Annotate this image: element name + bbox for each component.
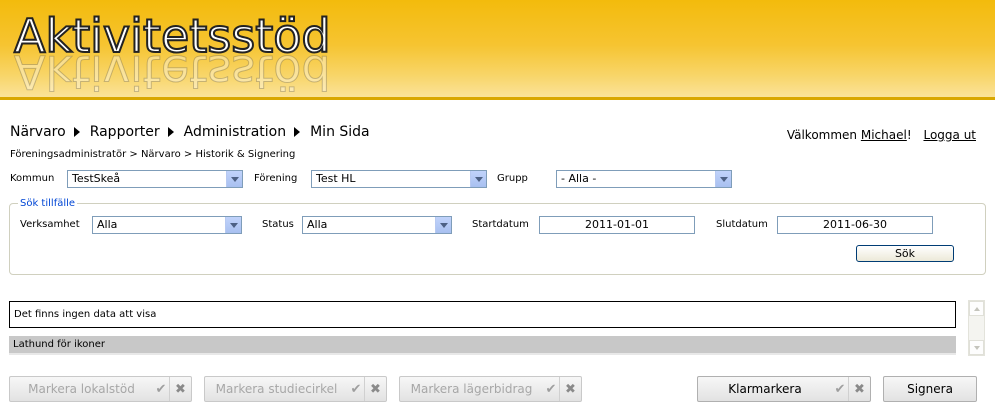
slutdatum-label: Slutdatum: [716, 219, 768, 230]
verksamhet-label: Verksamhet: [20, 219, 80, 230]
user-name-link[interactable]: Michael: [861, 128, 907, 142]
signera-button[interactable]: Signera: [883, 376, 977, 402]
mark-lagerbidrag-button[interactable]: Markera lägerbidrag ✔ ✖: [399, 376, 582, 402]
slutdatum-input[interactable]: 2011-06-30: [777, 216, 933, 234]
mark-lokalstod-button[interactable]: Markera lokalstöd ✔ ✖: [9, 376, 192, 402]
logo-reflection: Aktivitetsstöd: [14, 45, 332, 100]
verksamhet-select[interactable]: Alla: [92, 216, 242, 234]
chevron-down-icon: [435, 217, 451, 233]
kommun-label: Kommun: [10, 173, 55, 184]
breadcrumb: Föreningsadministratör > Närvaro > Histo…: [10, 149, 296, 160]
scroll-up-icon[interactable]: [969, 301, 984, 316]
logout-link[interactable]: Logga ut: [923, 128, 976, 142]
close-icon[interactable]: ✖: [848, 377, 870, 401]
icon-legend-body: [9, 353, 956, 355]
mark-studiecirkel-button[interactable]: Markera studiecirkel ✔ ✖: [204, 376, 387, 402]
search-button[interactable]: Sök: [856, 245, 954, 262]
chevron-down-icon: [470, 171, 486, 187]
welcome-area: Välkommen Michael! Logga ut: [786, 128, 976, 142]
status-label: Status: [262, 219, 294, 230]
search-panel-legend: Sök tillfälle: [18, 198, 78, 209]
startdatum-input[interactable]: 2011-01-01: [539, 216, 695, 234]
main-nav: Närvaro Rapporter Administration Min Sid…: [10, 124, 380, 140]
nav-item-narvaro[interactable]: Närvaro: [10, 124, 80, 140]
close-icon[interactable]: ✖: [559, 377, 581, 401]
arrow-right-icon: [73, 127, 80, 137]
status-select[interactable]: Alla: [302, 216, 452, 234]
scroll-down-icon[interactable]: [969, 340, 984, 355]
icon-legend-header[interactable]: Lathund för ikoner: [9, 336, 956, 353]
nav-item-min-sida[interactable]: Min Sida: [310, 124, 370, 140]
results-scrollbar[interactable]: [968, 300, 985, 356]
nav-item-administration[interactable]: Administration: [184, 124, 301, 140]
checkmark-icon[interactable]: ✔: [348, 382, 364, 397]
grupp-select[interactable]: - Alla -: [556, 170, 732, 188]
klarmarkera-button[interactable]: Klarmarkera ✔ ✖: [697, 376, 871, 402]
chevron-down-icon: [225, 217, 241, 233]
arrow-right-icon: [167, 127, 174, 137]
forening-select[interactable]: Test HL: [311, 170, 487, 188]
search-panel: [9, 203, 986, 275]
arrow-right-icon: [294, 127, 301, 137]
chevron-down-icon: [715, 171, 731, 187]
checkmark-icon[interactable]: ✔: [543, 382, 559, 397]
checkmark-icon[interactable]: ✔: [153, 382, 169, 397]
kommun-select[interactable]: TestSkeå: [67, 170, 243, 188]
grupp-label: Grupp: [497, 173, 528, 184]
checkmark-icon[interactable]: ✔: [832, 382, 848, 397]
empty-results-message: Det finns ingen data att visa: [9, 301, 956, 328]
nav-item-rapporter[interactable]: Rapporter: [90, 124, 174, 140]
close-icon[interactable]: ✖: [169, 377, 191, 401]
forening-label: Förening: [254, 173, 298, 184]
chevron-down-icon: [226, 171, 242, 187]
startdatum-label: Startdatum: [472, 219, 529, 230]
close-icon[interactable]: ✖: [364, 377, 386, 401]
